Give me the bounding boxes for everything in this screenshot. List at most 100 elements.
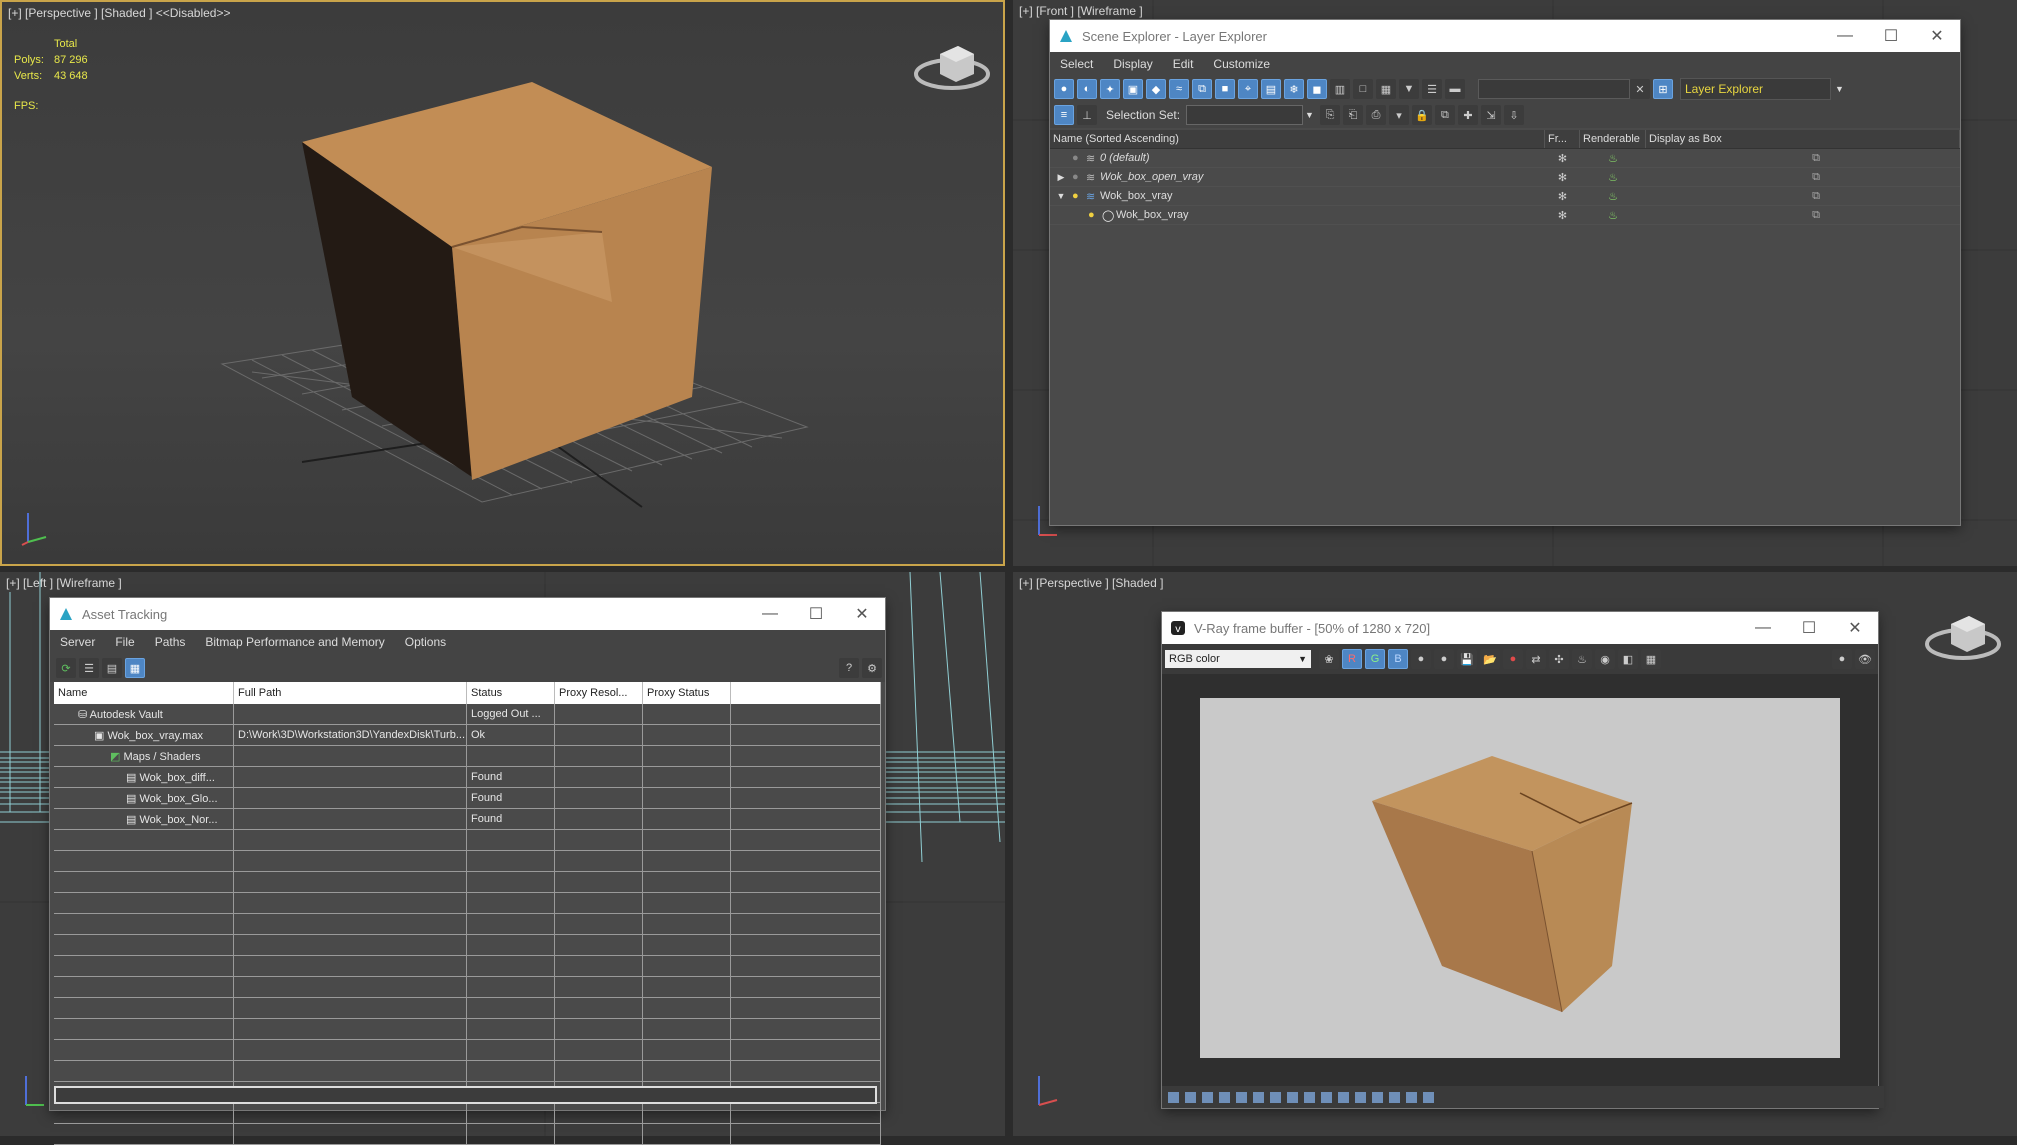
menu-server[interactable]: Server: [50, 635, 105, 649]
column-renderable[interactable]: Renderable: [1580, 130, 1646, 148]
column-proxy-status[interactable]: Proxy Status: [642, 682, 731, 704]
vfb-bottom-icon[interactable]: [1406, 1091, 1417, 1103]
settings-icon[interactable]: ⚙: [862, 658, 882, 678]
scene-search-input[interactable]: [1478, 79, 1630, 99]
minimize-button[interactable]: —: [1740, 612, 1786, 644]
menu-edit[interactable]: Edit: [1163, 57, 1204, 71]
create-set-icon[interactable]: ⎘: [1319, 105, 1340, 125]
layer-row[interactable]: ▶ ● ≋ Wok_box_open_vray ✻ ♨ ⧉: [1050, 168, 1960, 187]
vfb-bottom-icon[interactable]: [1304, 1091, 1315, 1103]
display-invert-icon[interactable]: ▦: [1376, 79, 1396, 99]
minimize-button[interactable]: —: [747, 598, 793, 630]
table-view-icon[interactable]: ▤: [102, 658, 122, 678]
scene-explorer-titlebar[interactable]: Scene Explorer - Layer Explorer — ☐ ✕: [1050, 20, 1960, 52]
grid-view-icon[interactable]: ▦: [125, 658, 145, 678]
table-row[interactable]: ▤ Wok_box_diff... Found: [54, 766, 881, 788]
freeze-icon[interactable]: ✻: [1545, 209, 1580, 222]
filter-icon[interactable]: ▼: [1399, 79, 1419, 99]
edit-set-icon[interactable]: ⎗: [1342, 105, 1363, 125]
vray-frame-buffer-window[interactable]: v V-Ray frame buffer - [50% of 1280 x 72…: [1162, 612, 1884, 1108]
display-containers-icon[interactable]: ▤: [1261, 79, 1281, 99]
viewport-label[interactable]: [+] [Perspective ] [Shaded ]: [1019, 576, 1163, 590]
vfb-bottom-icon[interactable]: [1168, 1091, 1179, 1103]
compare-icon[interactable]: ◧: [1618, 649, 1638, 669]
sync-selection-icon[interactable]: ▬: [1445, 79, 1465, 99]
asset-tracking-titlebar[interactable]: Asset Tracking — ☐ ✕: [50, 598, 885, 630]
filter-list-icon[interactable]: ☰: [1422, 79, 1442, 99]
selection-set-arrow-icon[interactable]: ▼: [1305, 110, 1314, 120]
object-row[interactable]: ● ◯ Wok_box_vray ✻ ♨ ⧉: [1050, 206, 1960, 225]
vfb-bottom-icon[interactable]: [1287, 1091, 1298, 1103]
viewcube[interactable]: [914, 36, 990, 92]
vfb-bottom-icon[interactable]: [1389, 1091, 1400, 1103]
menu-display[interactable]: Display: [1103, 57, 1162, 71]
dropdown-arrow-icon[interactable]: ▼: [1835, 84, 1844, 94]
vfb-bottom-icon[interactable]: [1219, 1091, 1230, 1103]
display-lights-icon[interactable]: ✦: [1100, 79, 1120, 99]
display-as-box-icon[interactable]: ⧉: [1646, 152, 1960, 165]
display-as-box-icon[interactable]: ⧉: [1646, 171, 1960, 184]
clear-image-icon[interactable]: ●: [1503, 649, 1523, 669]
maximize-button[interactable]: ☐: [1786, 612, 1832, 644]
menu-bitmap-performance[interactable]: Bitmap Performance and Memory: [195, 635, 394, 649]
bulb-on-icon[interactable]: ●: [1072, 190, 1086, 202]
column-name[interactable]: Name (Sorted Ascending): [1050, 130, 1545, 148]
set-current-layer-icon[interactable]: ⇩: [1503, 105, 1524, 125]
remove-set-icon[interactable]: ⎙: [1365, 105, 1386, 125]
minimize-button[interactable]: —: [1822, 20, 1868, 52]
close-button[interactable]: ✕: [1914, 20, 1960, 52]
red-channel-button[interactable]: R: [1342, 649, 1362, 669]
alpha-icon[interactable]: ●: [1411, 649, 1431, 669]
vfb-bottom-icon[interactable]: [1423, 1091, 1434, 1103]
vfb-titlebar[interactable]: v V-Ray frame buffer - [50% of 1280 x 72…: [1162, 612, 1878, 644]
collapse-arrow-icon[interactable]: ▼: [1050, 191, 1072, 201]
channel-select[interactable]: RGB color ▼: [1165, 650, 1311, 668]
expand-arrow-icon[interactable]: ▶: [1050, 172, 1072, 183]
stop-render-icon[interactable]: ●: [1832, 649, 1852, 669]
display-as-box-icon[interactable]: ⧉: [1646, 190, 1960, 203]
table-row[interactable]: ▤ Wok_box_Glo... Found: [54, 787, 881, 809]
color-channels-icon[interactable]: ❀: [1319, 649, 1339, 669]
renderable-teapot-icon[interactable]: ♨: [1580, 209, 1646, 222]
freeze-icon[interactable]: ✻: [1545, 171, 1580, 184]
track-mouse-icon[interactable]: ⇄: [1526, 649, 1546, 669]
scene-explorer-window[interactable]: Scene Explorer - Layer Explorer — ☐ ✕ Se…: [1050, 20, 1960, 525]
display-xrefs-icon[interactable]: ■: [1215, 79, 1235, 99]
selection-set-dropdown[interactable]: [1186, 105, 1304, 125]
vfb-bottom-icon[interactable]: [1185, 1091, 1196, 1103]
menu-paths[interactable]: Paths: [145, 635, 196, 649]
menu-options[interactable]: Options: [395, 635, 456, 649]
close-button[interactable]: ✕: [839, 598, 885, 630]
column-full-path[interactable]: Full Path: [233, 682, 467, 704]
blue-channel-button[interactable]: B: [1388, 649, 1408, 669]
maximize-button[interactable]: ☐: [793, 598, 839, 630]
layer-row[interactable]: ● ≋ 0 (default) ✻ ♨ ⧉: [1050, 149, 1960, 168]
select-layer-icon[interactable]: ⇲: [1480, 105, 1501, 125]
object-name[interactable]: Wok_box_vray: [1116, 209, 1189, 221]
clear-search-icon[interactable]: ✕: [1630, 79, 1650, 99]
asset-tracking-window[interactable]: Asset Tracking — ☐ ✕ Server File Paths B…: [50, 598, 885, 1145]
freeze-icon[interactable]: ✻: [1545, 152, 1580, 165]
viewcube[interactable]: [1925, 606, 2001, 662]
render-eye-icon[interactable]: 👁: [1855, 649, 1875, 669]
display-helpers-icon[interactable]: ◆: [1146, 79, 1166, 99]
layer-row[interactable]: ▼ ● ≋ Wok_box_vray ✻ ♨ ⧉: [1050, 187, 1960, 206]
history-icon[interactable]: ▦: [1641, 649, 1661, 669]
vfb-bottom-icon[interactable]: [1253, 1091, 1264, 1103]
vfb-bottom-icon[interactable]: [1202, 1091, 1213, 1103]
table-row[interactable]: ⛁ Autodesk Vault Logged Out ...: [54, 704, 881, 725]
close-button[interactable]: ✕: [1832, 612, 1878, 644]
table-row[interactable]: ▤ Wok_box_Nor... Found: [54, 808, 881, 830]
explorer-type-dropdown[interactable]: Layer Explorer: [1680, 78, 1831, 100]
display-geometry-icon[interactable]: ●: [1054, 79, 1074, 99]
menu-select[interactable]: Select: [1050, 57, 1103, 71]
mono-icon[interactable]: ●: [1434, 649, 1454, 669]
vfb-bottom-icon[interactable]: [1321, 1091, 1332, 1103]
vfb-bottom-icon[interactable]: [1338, 1091, 1349, 1103]
renderable-teapot-icon[interactable]: ♨: [1580, 190, 1646, 203]
menu-file[interactable]: File: [105, 635, 144, 649]
display-frozen-icon[interactable]: ❄: [1284, 79, 1304, 99]
display-none-icon[interactable]: □: [1353, 79, 1373, 99]
freeze-icon[interactable]: ✻: [1545, 190, 1580, 203]
renderable-teapot-icon[interactable]: ♨: [1580, 171, 1646, 184]
